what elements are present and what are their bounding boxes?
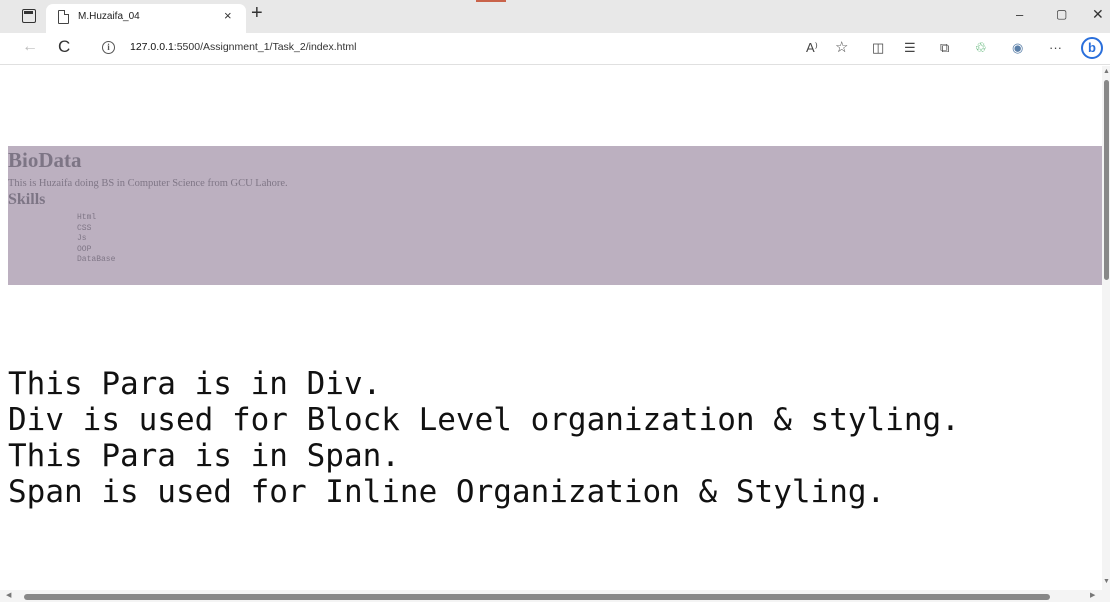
vertical-scrollbar[interactable]: ▲ ▼	[1102, 66, 1110, 590]
list-item: Js	[77, 234, 87, 243]
maximize-button[interactable]: ▢	[1056, 7, 1067, 21]
span-para-line-1: This Para is in Span.	[8, 438, 400, 474]
url-text[interactable]: 127.0.0.1:5500/Assignment_1/Task_2/index…	[130, 41, 357, 53]
profile-icon[interactable]: ◉	[1012, 40, 1023, 56]
list-item: CSS	[77, 223, 92, 233]
div-para-line-2: Div is used for Block Level organization…	[8, 402, 960, 438]
paragraph-block: This Para is in Div. Div is used for Blo…	[8, 366, 1102, 510]
list-item: Html	[77, 213, 97, 222]
biodata-section: BioData This is Huzaifa doing BS in Comp…	[8, 146, 1102, 285]
horizontal-scroll-thumb[interactable]	[24, 594, 1050, 600]
close-window-button[interactable]: ✕	[1092, 6, 1104, 23]
minimize-button[interactable]: –	[1016, 7, 1023, 22]
span-paragraph: This Para is in Span. Span is used for I…	[8, 438, 1102, 510]
tab-actions-icon[interactable]	[22, 9, 36, 23]
url-path: :5500/Assignment_1/Task_2/index.html	[173, 41, 357, 53]
url-host: 127.0.0.1	[130, 41, 174, 53]
tab-bar: M.Huzaifa_04 × + – ▢ ✕	[0, 0, 1110, 33]
read-aloud-icon[interactable]: A⁾	[806, 40, 818, 56]
page-icon	[58, 10, 69, 24]
horizontal-scrollbar[interactable]: ◀ ▶	[0, 590, 1110, 602]
scroll-right-icon[interactable]: ▶	[1090, 591, 1095, 599]
browser-toolbar: ← C i 127.0.0.1:5500/Assignment_1/Task_2…	[0, 33, 1110, 65]
extensions-icon[interactable]: ♲	[975, 40, 987, 56]
more-icon[interactable]: ···	[1049, 40, 1062, 55]
biodata-description: This is Huzaifa doing BS in Computer Sci…	[8, 178, 288, 189]
back-icon[interactable]: ←	[22, 38, 38, 56]
bing-icon[interactable]: b	[1081, 37, 1103, 59]
split-screen-icon[interactable]: ◫	[872, 40, 884, 56]
div-paragraph: This Para is in Div. Div is used for Blo…	[8, 366, 1102, 438]
skills-heading: Skills	[8, 191, 46, 208]
tab-close-icon[interactable]: ×	[224, 8, 232, 23]
scroll-up-icon[interactable]: ▲	[1103, 68, 1110, 75]
biodata-heading: BioData	[8, 148, 82, 172]
favorites-icon[interactable]: ☰	[904, 40, 916, 56]
span-para-line-2: Span is used for Inline Organization & S…	[8, 474, 886, 510]
list-item: OOP	[77, 244, 92, 254]
collections-icon[interactable]: ⧉	[940, 40, 949, 56]
tab-title: M.Huzaifa_04	[78, 11, 140, 22]
tab-accent-strip	[476, 0, 506, 2]
reload-icon[interactable]: C	[58, 37, 70, 57]
skills-list: Html CSS Js OOP DataBase	[77, 213, 115, 266]
active-tab[interactable]: M.Huzaifa_04 ×	[46, 4, 246, 33]
scroll-left-icon[interactable]: ◀	[6, 591, 11, 599]
page-content: BioData This is Huzaifa doing BS in Comp…	[0, 66, 1102, 590]
list-item: DataBase	[77, 255, 116, 264]
new-tab-button[interactable]: +	[251, 2, 263, 25]
scroll-down-icon[interactable]: ▼	[1103, 578, 1110, 585]
vertical-scroll-thumb[interactable]	[1104, 80, 1109, 280]
info-icon[interactable]: i	[102, 41, 115, 54]
favorite-icon[interactable]: ☆	[835, 38, 848, 56]
address-bar[interactable]: i 127.0.0.1:5500/Assignment_1/Task_2/ind…	[92, 36, 852, 61]
div-para-line-1: This Para is in Div.	[8, 366, 382, 402]
